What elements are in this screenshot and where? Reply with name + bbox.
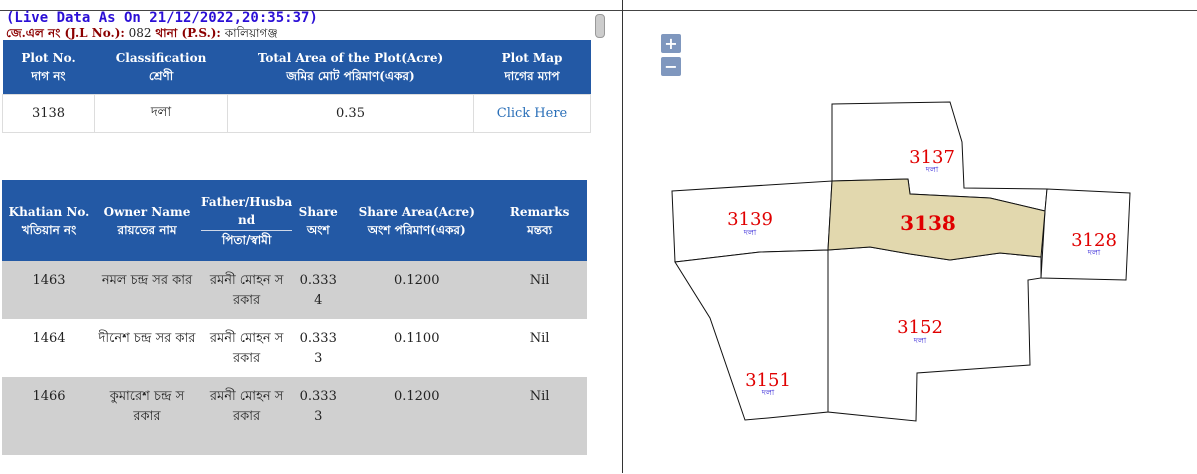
col-remarks: Remarks মন্তব্য <box>492 180 587 261</box>
plot-label-3138: 3138 <box>900 211 956 235</box>
plot-label-3139: 3139 <box>727 209 773 230</box>
owner-cell: দীনেশ চন্দ্র সর কার <box>96 319 198 377</box>
plot-class-3152: দলা <box>913 336 927 345</box>
table-row: 1466 কুমারেশ চন্দ্র স রকার রমনী মোহন স র… <box>2 377 587 435</box>
khatian-cell: 1463 <box>2 261 96 319</box>
area-cell: 0.35 <box>227 94 474 133</box>
plot-class-3139: দলা <box>743 228 757 237</box>
khatian-cell: 1464 <box>2 319 96 377</box>
share-cell: 0.333 3 <box>295 377 342 435</box>
owner-table-header: Khatian No. খতিয়ান নং Owner Name রায়তের … <box>2 180 587 261</box>
remarks-cell: Nil <box>492 261 587 319</box>
table-row: 1464 দীনেশ চন্দ্র সর কার রমনী মোহন স রকা… <box>2 319 587 377</box>
live-data-timestamp: (Live Data As On 21/12/2022,20:35:37) <box>6 10 318 26</box>
ps-label: থানা (P.S.): <box>155 26 221 40</box>
col-khatian: Khatian No. খতিয়ান নং <box>2 180 96 261</box>
remarks-cell: Nil <box>492 377 587 435</box>
plot-table: Plot No. দাগ নং Classification শ্রেণী Tota… <box>2 40 591 133</box>
col-share: Share অংশ <box>295 180 342 261</box>
plot-class-3151: দলা <box>761 388 775 397</box>
father-cell: রমনী মোহন স রকার <box>198 261 296 319</box>
share-area-cell: 0.1100 <box>341 319 493 377</box>
table-row-empty <box>2 435 587 455</box>
col-plot-no: Plot No. দাগ নং <box>2 40 95 95</box>
plot-class-3128: দলা <box>1087 248 1101 257</box>
khatian-cell: 1466 <box>2 377 96 435</box>
plot-map[interactable]: 3137 দলা 3139 দলা 3138 3128 দলা 3152 দলা… <box>623 11 1197 473</box>
share-cell: 0.333 3 <box>295 319 342 377</box>
father-cell: রমনী মোহন স রকার <box>198 377 296 435</box>
classification-cell: দলা <box>94 94 228 133</box>
plot-class-3137: দলা <box>925 165 939 174</box>
owner-cell: নমল চন্দ্র সর কার <box>96 261 198 319</box>
col-total-area: Total Area of the Plot(Acre) জমির মোট পরি… <box>227 40 474 95</box>
ps-value: কালিয়াগঞ্জ <box>224 26 278 40</box>
table-row: 1463 নমল চন্দ্র সর কার রমনী মোহন স রকার … <box>2 261 587 319</box>
jl-value: 082 <box>128 26 152 40</box>
plot-3151 <box>674 249 829 421</box>
col-owner-name: Owner Name রায়তের নাম <box>96 180 198 261</box>
father-cell: রমনী মোহন স রকার <box>198 319 296 377</box>
plot-row: 3138 দলা 0.35 Click Here <box>2 94 591 133</box>
jl-label: জে.এল নং (J.L No.): <box>6 26 125 40</box>
plot-map-link[interactable]: Click Here <box>473 94 591 133</box>
share-cell: 0.333 4 <box>295 261 342 319</box>
owner-table: Khatian No. খতিয়ান নং Owner Name রায়তের … <box>2 180 587 455</box>
scrollbar-thumb[interactable] <box>595 14 605 38</box>
share-area-cell: 0.1200 <box>341 377 493 435</box>
plot-no-cell: 3138 <box>2 94 95 133</box>
col-classification: Classification শ্রেণী <box>94 40 228 95</box>
col-share-area: Share Area(Acre) অংশ পরিমাণ(একর) <box>341 180 493 261</box>
remarks-cell: Nil <box>492 319 587 377</box>
plot-label-3152: 3152 <box>897 317 943 338</box>
col-father: Father/Husba nd পিতা/স্বামী <box>198 180 296 261</box>
col-plot-map: Plot Map দাগের ম্যাপ <box>473 40 591 95</box>
share-area-cell: 0.1200 <box>341 261 493 319</box>
plot-table-header: Plot No. দাগ নং Classification শ্রেণী Tota… <box>2 40 591 95</box>
owner-cell: কুমারেশ চন্দ্র স রকার <box>96 377 198 435</box>
